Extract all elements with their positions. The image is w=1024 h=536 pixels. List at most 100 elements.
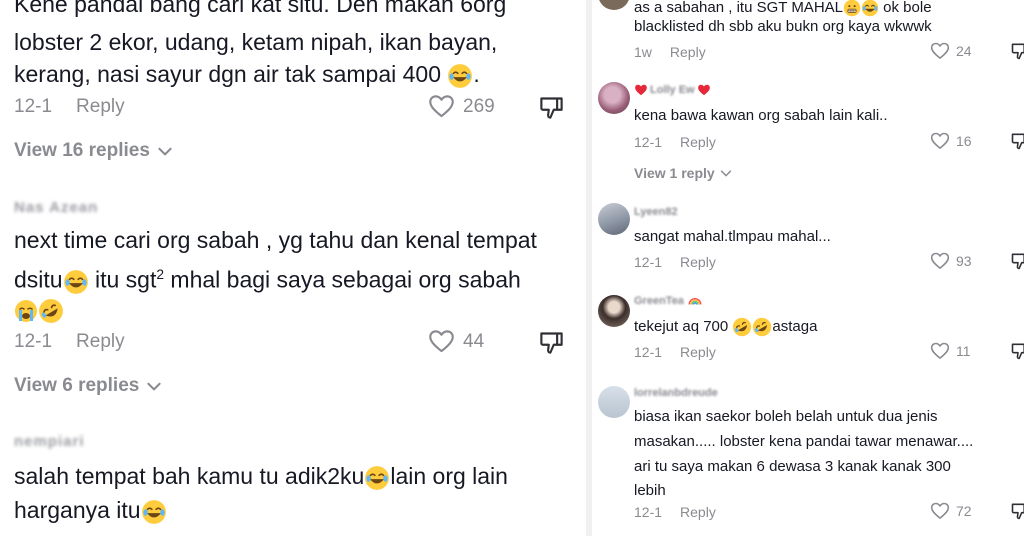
comment-text-line: lebih [634,482,666,499]
view-replies-label: View 6 replies [14,375,140,396]
comment-meta: 12-1 Reply [634,344,716,360]
comment-date: 12-1 [634,344,663,360]
heart-outline-icon [930,501,950,521]
like-button[interactable]: 24 [930,41,972,61]
comment-date: 12-1 [14,331,53,352]
comment-username[interactable]: Lyeen82 [634,206,678,218]
comment-text-line: sangat mahal.tlmpau mahal... [634,228,831,245]
laughing-emoji-icon [63,269,89,295]
comment-text-line: blacklisted dh sbb aku bukn org kaya wkw… [634,18,932,35]
comment-meta: 12-1 Reply [634,134,716,150]
like-button[interactable]: 11 [930,341,971,361]
comment-meta: 1w Reply [634,44,706,60]
chevron-down-icon [719,166,733,180]
heart-outline-icon [930,131,950,151]
comment-username[interactable]: Nas Azean [14,199,98,216]
reply-button[interactable]: Reply [670,44,706,60]
comment-meta: 12-1 Reply [14,331,125,353]
like-button[interactable]: 269 [428,93,495,120]
comment-date: 12-1 [634,504,663,520]
view-replies-button[interactable]: View 1 reply [634,165,733,181]
comment-text-line: kena bawa kawan org sabah lain kali.. [634,107,888,124]
comment-date: 12-1 [14,96,53,117]
comment-text-line: salah tempat bah kamu tu adik2ku lain org… [14,458,508,494]
view-replies-label: View 16 replies [14,140,150,161]
avatar[interactable] [598,295,630,327]
avatar[interactable] [598,203,630,235]
comment-text-line: biasa ikan saekor boleh belah untuk dua … [634,408,938,425]
heart-emoji-icon [634,83,648,97]
like-count: 24 [956,43,972,59]
heart-outline-icon [428,328,455,355]
reply-button[interactable]: Reply [76,96,125,117]
rofl-emoji-icon [38,298,64,324]
comment-text-line: tekejut aq 700 astaga [634,315,817,338]
comment-text-line: Kene pandai bang cari kat situ. Den maka… [14,0,507,17]
like-button[interactable]: 93 [930,251,972,271]
reply-button[interactable]: Reply [680,254,716,270]
dislike-icon[interactable] [1010,131,1024,151]
reply-button[interactable]: Reply [680,134,716,150]
superscript-text: 2 [156,267,165,282]
comment-username-row: Lolly Ew [634,83,711,97]
comment-date: 12-1 [634,134,663,150]
emoji-row [14,298,64,324]
dislike-icon[interactable] [538,329,565,356]
dislike-icon[interactable] [538,94,565,121]
comment-text-segment: dsitu [14,266,63,293]
avatar[interactable] [598,0,630,10]
view-replies-label: View 1 reply [634,165,715,181]
reply-button[interactable]: Reply [680,344,716,360]
view-replies-button[interactable]: View 16 replies [14,140,174,162]
comment-meta: 12-1 Reply [14,96,125,118]
comment-text-segment: mhal bagi saya sebagai org sabah [164,266,521,293]
rofl-emoji-icon [752,317,772,337]
comment-meta: 12-1 Reply [634,254,716,270]
comment-text-line: ari tu saya makan 6 dewasa 3 kanak kanak… [634,458,951,475]
grimace-emoji-icon [364,465,390,491]
comment-text-segment: astaga [772,318,818,335]
comment-text-segment: tekejut aq 700 [634,318,733,335]
comment-text-line: harganya itu [14,492,167,528]
right-comments-panel: as a sabahan , itu SGT MAHAL ok bole bla… [592,0,1024,536]
comment-text-segment: salah tempat bah kamu tu adik2ku [14,463,365,489]
comment-username-row: GreenTea [634,294,703,308]
laughing-emoji-icon [141,499,167,525]
heart-outline-icon [930,341,950,361]
comment-username[interactable]: nempiari [14,433,85,450]
avatar[interactable] [598,82,630,114]
like-button[interactable]: 72 [930,501,972,521]
like-button[interactable]: 44 [428,328,484,355]
comment-text-segment: lain org lain [390,463,508,489]
comment-text-segment: ok bole [879,0,932,16]
rainbow-emoji-icon [687,294,703,308]
like-count: 11 [956,343,971,359]
like-count: 93 [956,253,972,269]
comment-text-line: dsitu itu sgt2 mhal bagi saya sebagai or… [14,257,521,298]
view-replies-button[interactable]: View 6 replies [14,375,163,397]
comment-text-line: kerang, nasi sayur dgn air tak sampai 40… [14,61,480,87]
avatar[interactable] [598,386,630,418]
dislike-icon[interactable] [1010,341,1024,361]
reply-button[interactable]: Reply [76,331,125,352]
comment-meta: 12-1 Reply [634,504,716,520]
heart-outline-icon [428,93,455,120]
heart-emoji-icon [697,83,711,97]
like-count: 72 [956,503,972,519]
comment-username[interactable]: GreenTea [634,295,684,307]
comment-text-segment: kerang, nasi sayur dgn air tak sampai 40… [14,61,442,87]
heart-outline-icon [930,251,950,271]
comment-username[interactable]: lorrelanbdreude [634,387,718,399]
comment-text-line: lobster 2 ekor, udang, ketam nipah, ikan… [14,29,498,55]
reply-button[interactable]: Reply [680,504,716,520]
chevron-down-icon [156,142,174,160]
comment-text-line: masakan..... lobster kena pandai tawar m… [634,433,974,450]
rofl-emoji-icon [732,317,752,337]
dislike-icon[interactable] [1010,251,1024,271]
dislike-icon[interactable] [1010,501,1024,521]
comment-text-segment: harganya itu [14,497,141,523]
like-button[interactable]: 16 [930,131,972,151]
crying-emoji-icon [14,299,38,323]
dislike-icon[interactable] [1010,41,1024,61]
comment-username[interactable]: Lolly Ew [650,84,695,96]
